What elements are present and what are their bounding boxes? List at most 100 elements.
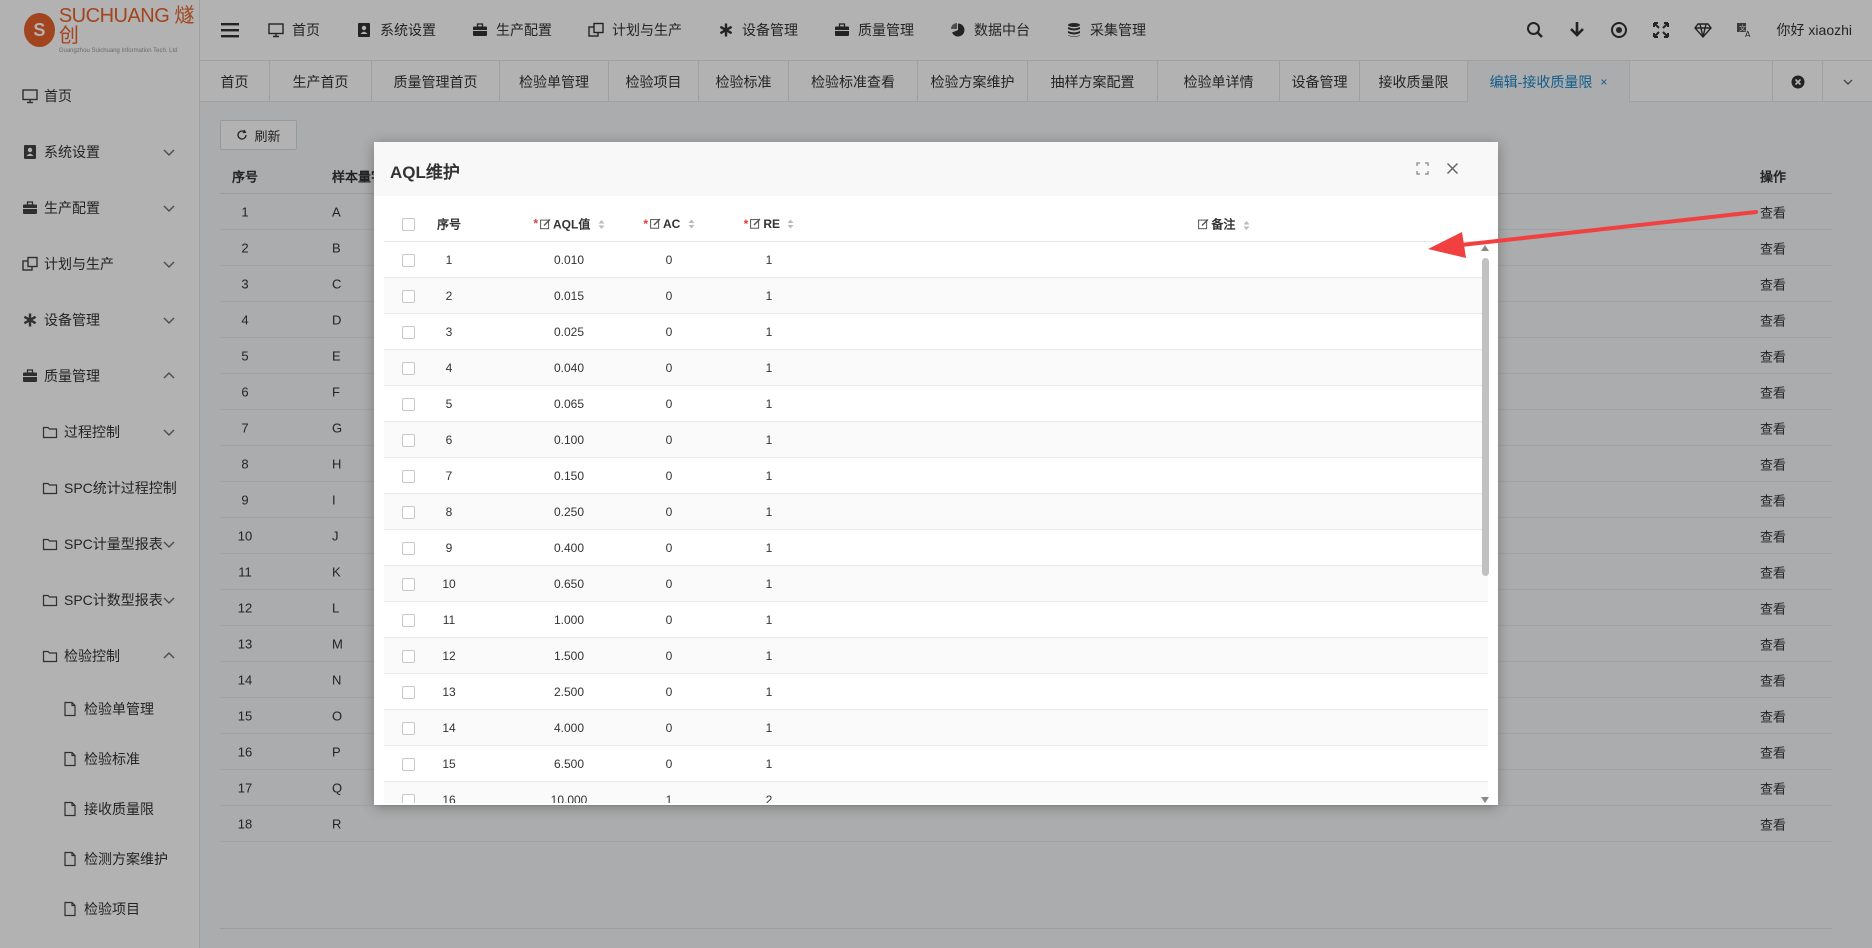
grid-row[interactable]: 16 10.000 1 2 [384,782,1488,803]
ac-value-cell[interactable]: 0 [634,505,704,519]
scroll-thumb[interactable] [1482,258,1489,576]
row-checkbox[interactable] [402,253,415,267]
row-checkbox[interactable] [402,649,415,663]
ac-value-cell[interactable]: 0 [634,253,704,267]
grid-row[interactable]: 5 0.065 0 1 [384,386,1488,422]
aql-value-cell[interactable]: 4.000 [524,721,614,735]
row-checkbox[interactable] [402,577,415,591]
grid-row[interactable]: 13 2.500 0 1 [384,674,1488,710]
ac-value-cell[interactable]: 0 [634,289,704,303]
grid-row[interactable]: 9 0.400 0 1 [384,530,1488,566]
grid-row[interactable]: 2 0.015 0 1 [384,278,1488,314]
aql-value-cell[interactable]: 0.150 [524,469,614,483]
re-value-cell[interactable]: 1 [734,469,804,483]
sort-icon[interactable] [598,219,605,229]
ac-value-cell[interactable]: 0 [634,577,704,591]
ac-value-cell[interactable]: 0 [634,397,704,411]
aql-value-cell[interactable]: 0.040 [524,361,614,375]
grid-row[interactable]: 10 0.650 0 1 [384,566,1488,602]
ac-value-cell[interactable]: 1 [634,793,704,804]
re-value-cell[interactable]: 1 [734,541,804,555]
row-checkbox[interactable] [402,433,415,447]
sort-icon[interactable] [1243,221,1250,231]
ac-value-cell[interactable]: 0 [634,685,704,699]
aql-value-cell[interactable]: 0.025 [524,325,614,339]
aql-value-cell[interactable]: 0.100 [524,433,614,447]
re-value-cell[interactable]: 2 [734,793,804,804]
ac-value-cell[interactable]: 0 [634,541,704,555]
aql-value-cell[interactable]: 0.015 [524,289,614,303]
row-checkbox[interactable] [402,325,415,339]
aql-value-cell[interactable]: 0.010 [524,253,614,267]
grid-row[interactable]: 3 0.025 0 1 [384,314,1488,350]
grid-row[interactable]: 6 0.100 0 1 [384,422,1488,458]
col-note-header[interactable]: 备注 [1124,215,1324,232]
aql-value-cell[interactable]: 0.400 [524,541,614,555]
ac-value-cell[interactable]: 0 [634,721,704,735]
re-value-cell[interactable]: 1 [734,289,804,303]
select-all-checkbox[interactable] [402,217,415,231]
ac-value-cell[interactable]: 0 [634,757,704,771]
aql-value-cell[interactable]: 0.065 [524,397,614,411]
re-value-cell[interactable]: 1 [734,577,804,591]
row-index: 4 [445,360,453,375]
grid-row[interactable]: 14 4.000 0 1 [384,710,1488,746]
re-value-cell[interactable]: 1 [734,397,804,411]
grid-row[interactable]: 1 0.010 0 1 [384,242,1488,278]
col-re-header[interactable]: * RE [734,217,804,231]
grid-row[interactable]: 4 0.040 0 1 [384,350,1488,386]
row-checkbox[interactable] [402,397,415,411]
sort-icon[interactable] [787,219,794,229]
row-checkbox[interactable] [402,721,415,735]
close-icon[interactable] [1444,160,1460,176]
aql-value-cell[interactable]: 1.500 [524,649,614,663]
re-value-cell[interactable]: 1 [734,361,804,375]
ac-value-cell[interactable]: 0 [634,361,704,375]
row-checkbox[interactable] [402,289,415,303]
aql-value-cell[interactable]: 0.250 [524,505,614,519]
grid-row[interactable]: 7 0.150 0 1 [384,458,1488,494]
re-value-cell[interactable]: 1 [734,649,804,663]
edit-icon [650,218,661,229]
row-checkbox[interactable] [402,685,415,699]
re-value-cell[interactable]: 1 [734,613,804,627]
grid-row[interactable]: 11 1.000 0 1 [384,602,1488,638]
re-value-cell[interactable]: 1 [734,325,804,339]
row-checkbox[interactable] [402,757,415,771]
row-checkbox[interactable] [402,469,415,483]
ac-value-cell[interactable]: 0 [634,469,704,483]
aql-value-cell[interactable]: 6.500 [524,757,614,771]
maximize-icon[interactable] [1414,160,1430,176]
col-aql-header[interactable]: * AQL值 [524,215,614,232]
grid-scrollbar[interactable] [1480,244,1490,804]
row-checkbox[interactable] [402,793,415,803]
ac-value-cell[interactable]: 0 [634,649,704,663]
aql-value-cell[interactable]: 0.650 [524,577,614,591]
col-ac-header[interactable]: * AC [634,217,704,231]
scroll-down-icon[interactable] [1480,796,1490,804]
aql-value-cell[interactable]: 2.500 [524,685,614,699]
grid-body: 1 0.010 0 1 2 0.015 0 1 3 0.025 0 1 4 0.040 0 1 5 0.065 0 1… [384,242,1488,803]
aql-value-cell[interactable]: 1.000 [524,613,614,627]
sort-icon[interactable] [688,219,695,229]
ac-value-cell[interactable]: 0 [634,613,704,627]
row-checkbox[interactable] [402,505,415,519]
scroll-up-icon[interactable] [1480,244,1490,252]
grid-row[interactable]: 8 0.250 0 1 [384,494,1488,530]
re-value-cell[interactable]: 1 [734,757,804,771]
row-checkbox[interactable] [402,541,415,555]
aql-value-cell[interactable]: 10.000 [524,793,614,804]
grid-row[interactable]: 15 6.500 0 1 [384,746,1488,782]
row-index: 6 [445,432,453,447]
ac-value-cell[interactable]: 0 [634,433,704,447]
row-checkbox[interactable] [402,361,415,375]
row-checkbox[interactable] [402,613,415,627]
re-value-cell[interactable]: 1 [734,721,804,735]
row-index: 3 [445,324,453,339]
re-value-cell[interactable]: 1 [734,433,804,447]
re-value-cell[interactable]: 1 [734,253,804,267]
ac-value-cell[interactable]: 0 [634,325,704,339]
grid-row[interactable]: 12 1.500 0 1 [384,638,1488,674]
re-value-cell[interactable]: 1 [734,685,804,699]
re-value-cell[interactable]: 1 [734,505,804,519]
